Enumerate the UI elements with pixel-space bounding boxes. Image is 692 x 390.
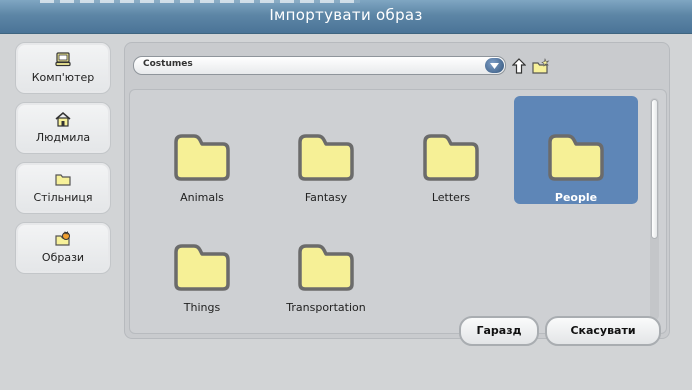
scrollbar-thumb[interactable] [651, 99, 658, 239]
list-item[interactable]: Animals [140, 96, 264, 204]
list-item[interactable]: Letters [389, 96, 513, 204]
dialog-title: Імпортувати образ [269, 6, 423, 24]
file-list: Animals Fantasy Letters People Things Tr… [129, 89, 667, 334]
shortcut-computer[interactable]: Комп'ютер [15, 42, 111, 94]
title-bar: Імпортувати образ [0, 0, 692, 34]
item-label: Fantasy [304, 191, 348, 204]
file-browser: Costumes Animals Fantasy Letters People … [124, 42, 670, 339]
folder-icon [174, 134, 230, 181]
shortcut-home[interactable]: Людмила [15, 102, 111, 154]
vertical-scrollbar[interactable] [650, 98, 659, 320]
shortcut-label: Стільниця [33, 191, 93, 204]
shortcut-costumes[interactable]: Образи [15, 222, 111, 274]
folder-icon [423, 134, 479, 181]
path-dropdown[interactable]: Costumes [133, 56, 506, 75]
folder-icon [298, 134, 354, 181]
folder-icon [16, 171, 110, 187]
shortcut-label: Комп'ютер [31, 71, 95, 84]
shortcut-label: Образи [41, 251, 85, 264]
ok-button[interactable]: Гаразд [459, 316, 539, 346]
list-item[interactable]: Fantasy [264, 96, 388, 204]
cancel-button[interactable]: Скасувати [545, 316, 661, 346]
shortcut-label: Людмила [35, 131, 91, 144]
item-label: Things [183, 301, 221, 314]
up-folder-icon[interactable] [511, 58, 527, 74]
new-folder-icon[interactable] [532, 57, 550, 74]
item-label: People [554, 191, 598, 204]
folder-icon [548, 134, 604, 181]
item-label: Transportation [286, 301, 366, 314]
import-costume-dialog: Комп'ютер Людмила Стільниця Образи Costu… [0, 34, 692, 390]
title-bar-decoration [40, 0, 360, 3]
folder-icon [174, 244, 230, 291]
shortcut-desktop[interactable]: Стільниця [15, 162, 111, 214]
chevron-down-icon[interactable] [485, 58, 504, 73]
costumes-icon [16, 231, 110, 247]
item-label: Letters [431, 191, 471, 204]
home-icon [16, 111, 110, 127]
list-item[interactable]: Things [140, 206, 264, 314]
folder-icon [298, 244, 354, 291]
computer-icon [16, 51, 110, 67]
list-item-selected[interactable]: People [514, 96, 638, 204]
item-label: Animals [180, 191, 224, 204]
current-path: Costumes [143, 59, 193, 69]
list-item[interactable]: Transportation [264, 206, 388, 314]
